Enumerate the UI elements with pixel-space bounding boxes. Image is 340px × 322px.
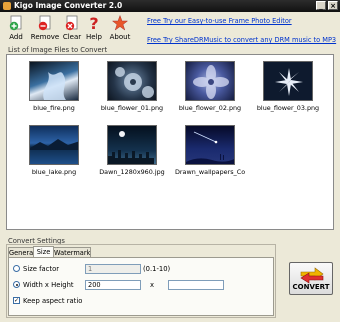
file-name: Drawn_wallpapers_Comet…	[175, 168, 245, 176]
add-label: Add	[9, 33, 23, 41]
x-separator: x	[150, 281, 155, 289]
size-factor-input[interactable]: 1	[85, 264, 141, 274]
help-button[interactable]: ? Help	[81, 14, 107, 45]
size-factor-label: Size factor	[23, 265, 60, 273]
title-bar: Kigo Image Converter 2.0 _ ×	[0, 0, 340, 12]
tab-size[interactable]: Size	[33, 246, 54, 257]
about-button[interactable]: About	[106, 14, 134, 45]
width-height-radio[interactable]	[13, 281, 20, 288]
file-list-label: List of Image Files to Convert	[8, 46, 108, 54]
about-icon	[111, 14, 129, 31]
toolbar: Add Remove Clear ? Help About Free Try o…	[0, 12, 340, 46]
thumbnail	[185, 125, 235, 165]
add-button[interactable]: Add	[3, 15, 29, 45]
size-factor-radio[interactable]	[13, 265, 20, 272]
thumbnail	[263, 61, 313, 101]
about-label: About	[109, 33, 131, 41]
app-icon	[3, 2, 11, 10]
width-height-label: Width x Height	[23, 281, 74, 289]
list-item[interactable]: blue_flower_01.png	[97, 61, 167, 112]
list-item[interactable]: blue_flower_02.png	[175, 61, 245, 112]
app-window: Kigo Image Converter 2.0 _ × Add Remove …	[0, 0, 340, 322]
size-factor-range: (0.1-10)	[143, 265, 171, 273]
keep-aspect-label: Keep aspect ratio	[23, 297, 83, 305]
remove-button[interactable]: Remove	[30, 15, 60, 45]
keep-aspect-row: ✓ Keep aspect ratio	[13, 296, 213, 306]
frame-editor-link[interactable]: Free Try our Easy-to-use Frame Photo Edi…	[147, 17, 336, 25]
help-icon: ?	[86, 14, 102, 33]
file-name: blue_flower_01.png	[100, 104, 164, 112]
sharedrmusic-link[interactable]: Free Try ShareDRMusic to convert any DRM…	[147, 36, 336, 44]
list-item[interactable]: Drawn_wallpapers_Comet…	[175, 125, 245, 176]
file-name: blue_flower_03.png	[256, 104, 320, 112]
tab-general[interactable]: General	[8, 247, 35, 257]
list-item[interactable]: blue_flower_03.png	[253, 61, 323, 112]
thumbnail	[29, 125, 79, 165]
convert-label: CONVERT	[292, 283, 330, 291]
help-label: Help	[86, 33, 102, 41]
size-tab-panel: Size factor 1 (0.1-10) Width x Height 20…	[8, 257, 274, 316]
remove-label: Remove	[30, 33, 60, 41]
thumbnail	[107, 125, 157, 165]
close-button[interactable]: ×	[328, 1, 338, 10]
remove-icon	[37, 15, 53, 31]
svg-text:?: ?	[89, 15, 98, 31]
thumbnail	[29, 61, 79, 101]
thumbnail	[185, 61, 235, 101]
thumbnail	[107, 61, 157, 101]
add-icon	[8, 15, 24, 31]
width-height-row: Width x Height 200 x	[13, 280, 263, 290]
file-name: Dawn_1280x960.jpg	[99, 168, 165, 176]
file-name: blue_lake.png	[31, 168, 77, 176]
width-input[interactable]: 200	[85, 280, 141, 290]
clear-icon	[64, 15, 80, 31]
list-item[interactable]: blue_lake.png	[19, 125, 89, 176]
list-item[interactable]: blue_fire.png	[19, 61, 89, 112]
minimize-button[interactable]: _	[316, 1, 326, 10]
height-input[interactable]	[168, 280, 224, 290]
file-name: blue_fire.png	[33, 104, 75, 112]
keep-aspect-checkbox[interactable]: ✓	[13, 297, 20, 304]
convert-button[interactable]: CONVERT	[289, 262, 333, 295]
size-factor-row: Size factor 1 (0.1-10)	[13, 264, 263, 274]
list-item[interactable]: Dawn_1280x960.jpg	[97, 125, 167, 176]
file-name: blue_flower_02.png	[178, 104, 242, 112]
file-list[interactable]: blue_fire.png blue_flower_01.png blue_fl…	[6, 54, 334, 230]
convert-icon	[300, 267, 324, 284]
window-title: Kigo Image Converter 2.0	[14, 1, 123, 10]
tab-watermark[interactable]: Watermark	[53, 247, 91, 257]
